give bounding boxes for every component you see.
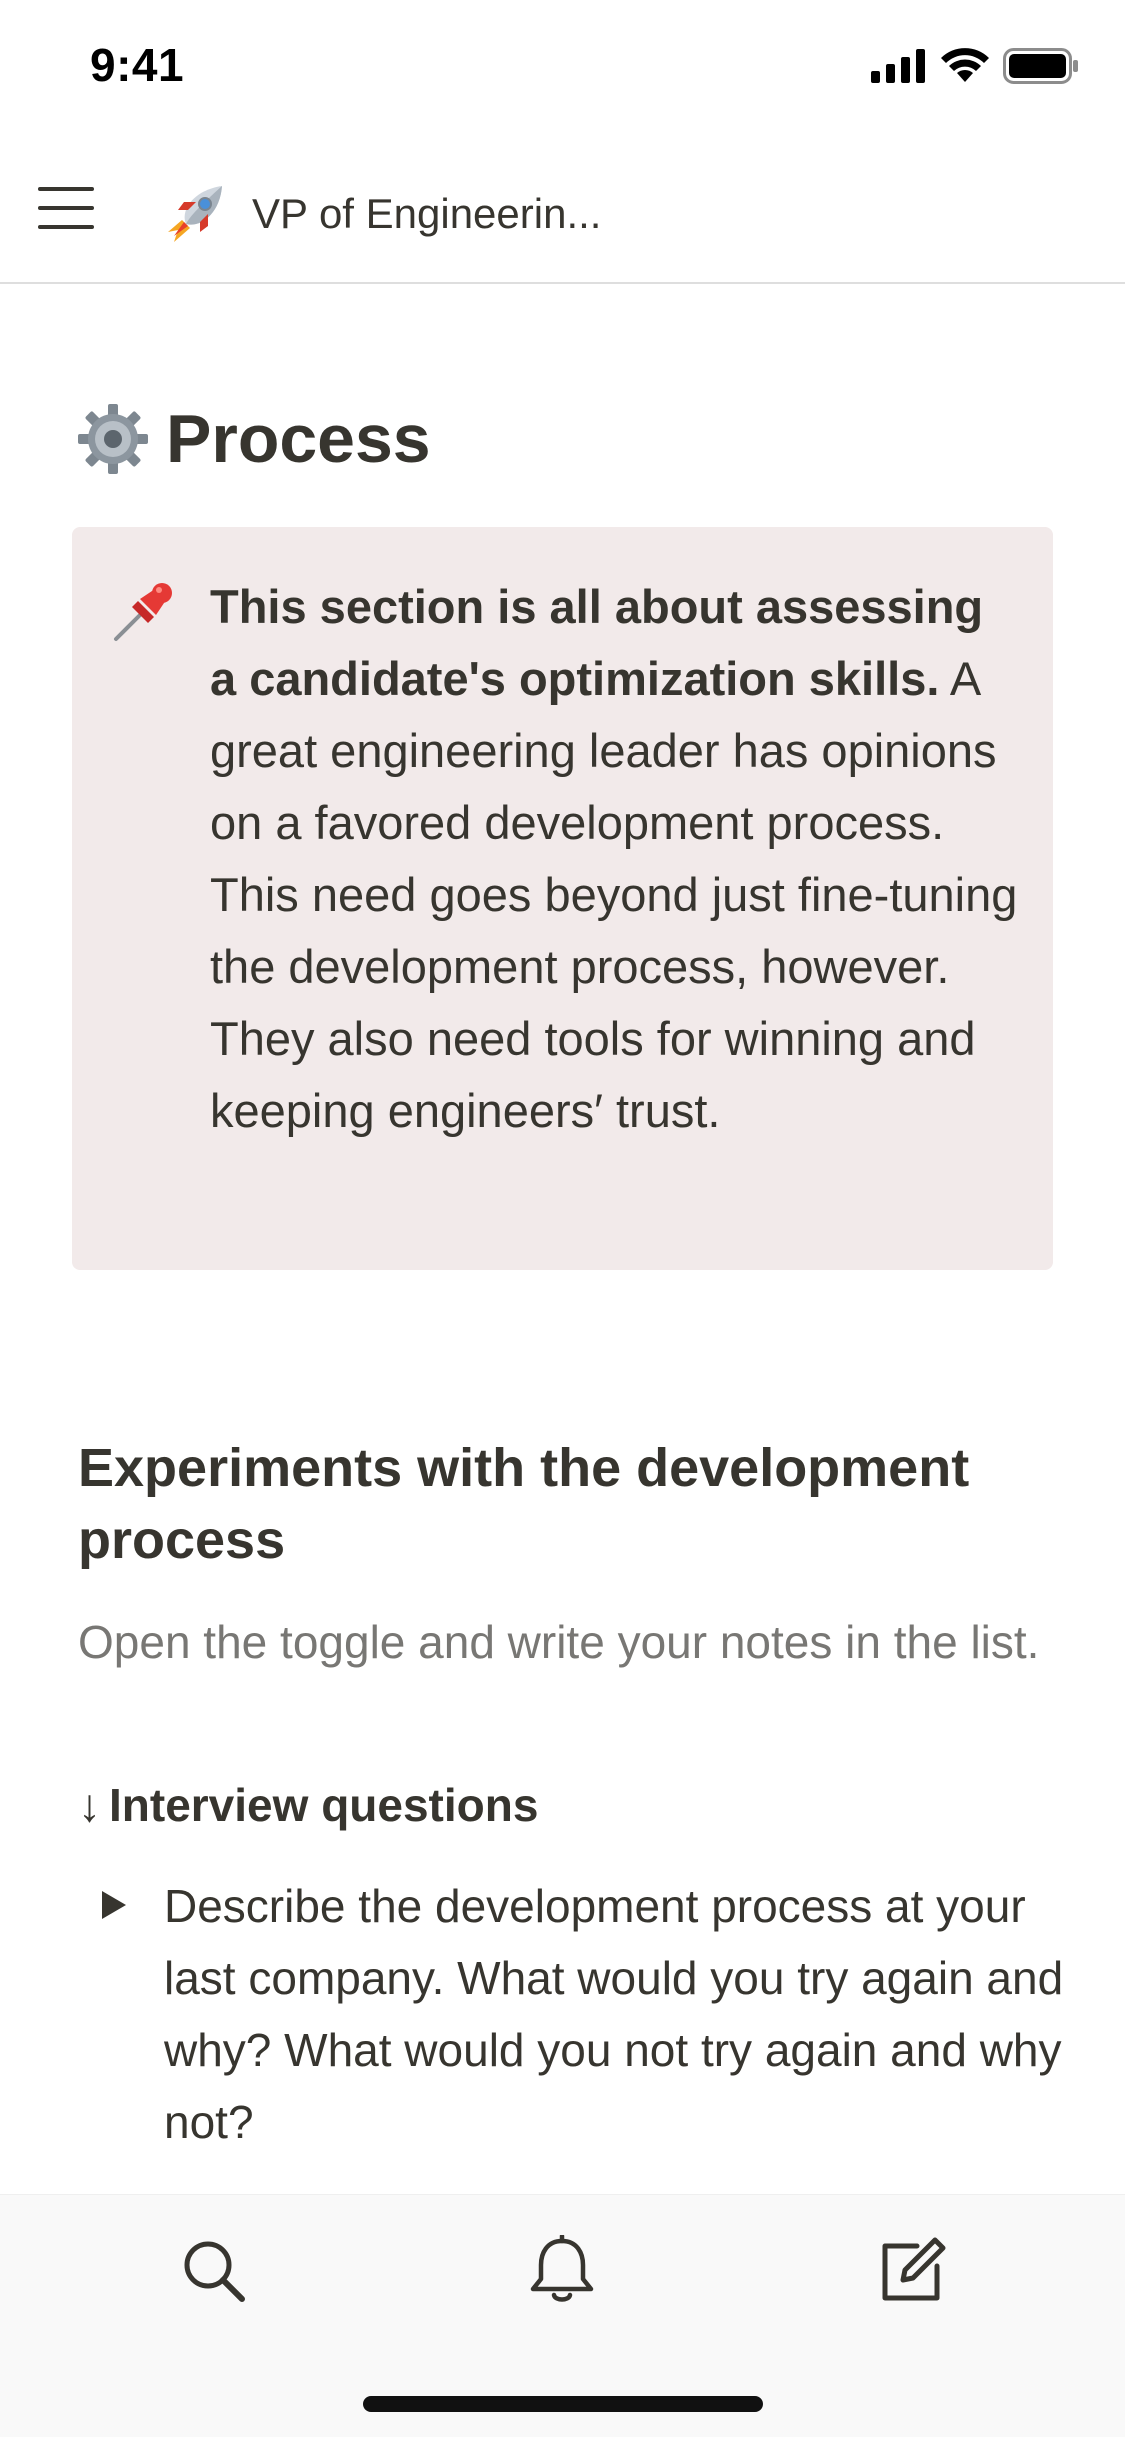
section-title: Process: [166, 401, 431, 477]
notifications-button[interactable]: [522, 2231, 602, 2311]
hamburger-menu-icon: [38, 187, 94, 229]
status-time: 9:41: [90, 39, 185, 91]
top-bar: VP of Engineerin...: [0, 140, 1125, 284]
cellular-signal-icon: [871, 49, 925, 83]
callout-text: This section is all about assessing a ca…: [210, 571, 1020, 1147]
interview-questions-heading: ↓ Interview questions: [78, 1778, 538, 1832]
status-icons: [871, 48, 1079, 84]
compose-icon: [882, 2237, 946, 2301]
battery-icon: [1003, 48, 1078, 84]
home-indicator[interactable]: [363, 2396, 763, 2412]
interview-questions-label: Interview questions: [109, 1779, 539, 1831]
callout-bold-text: This section is all about assessing a ca…: [210, 580, 984, 705]
gear-icon: [78, 404, 148, 474]
compose-button[interactable]: [872, 2231, 952, 2311]
rocket-icon: [160, 180, 230, 250]
callout-body-text: A great engineering leader has opinions …: [210, 652, 1018, 1137]
toggle-item-text: Describe the development process at your…: [164, 1880, 1064, 2148]
arrow-down-icon: ↓: [78, 1779, 101, 1831]
pushpin-icon: [110, 577, 178, 645]
wifi-icon: [941, 48, 989, 82]
section-heading: Process: [76, 400, 431, 478]
toggle-triangle-icon[interactable]: [96, 1888, 130, 1922]
bell-icon: [530, 2235, 594, 2302]
status-bar: 9:41: [0, 0, 1125, 140]
search-button[interactable]: [174, 2231, 254, 2311]
menu-button[interactable]: [36, 178, 96, 238]
search-icon: [184, 2241, 245, 2302]
page-title[interactable]: VP of Engineerin...: [252, 190, 601, 238]
subsection-heading: Experiments with the development process: [78, 1438, 970, 1570]
callout-block[interactable]: This section is all about assessing a ca…: [72, 527, 1053, 1270]
subsection-description: Open the toggle and write your notes in …: [78, 1616, 1040, 1668]
